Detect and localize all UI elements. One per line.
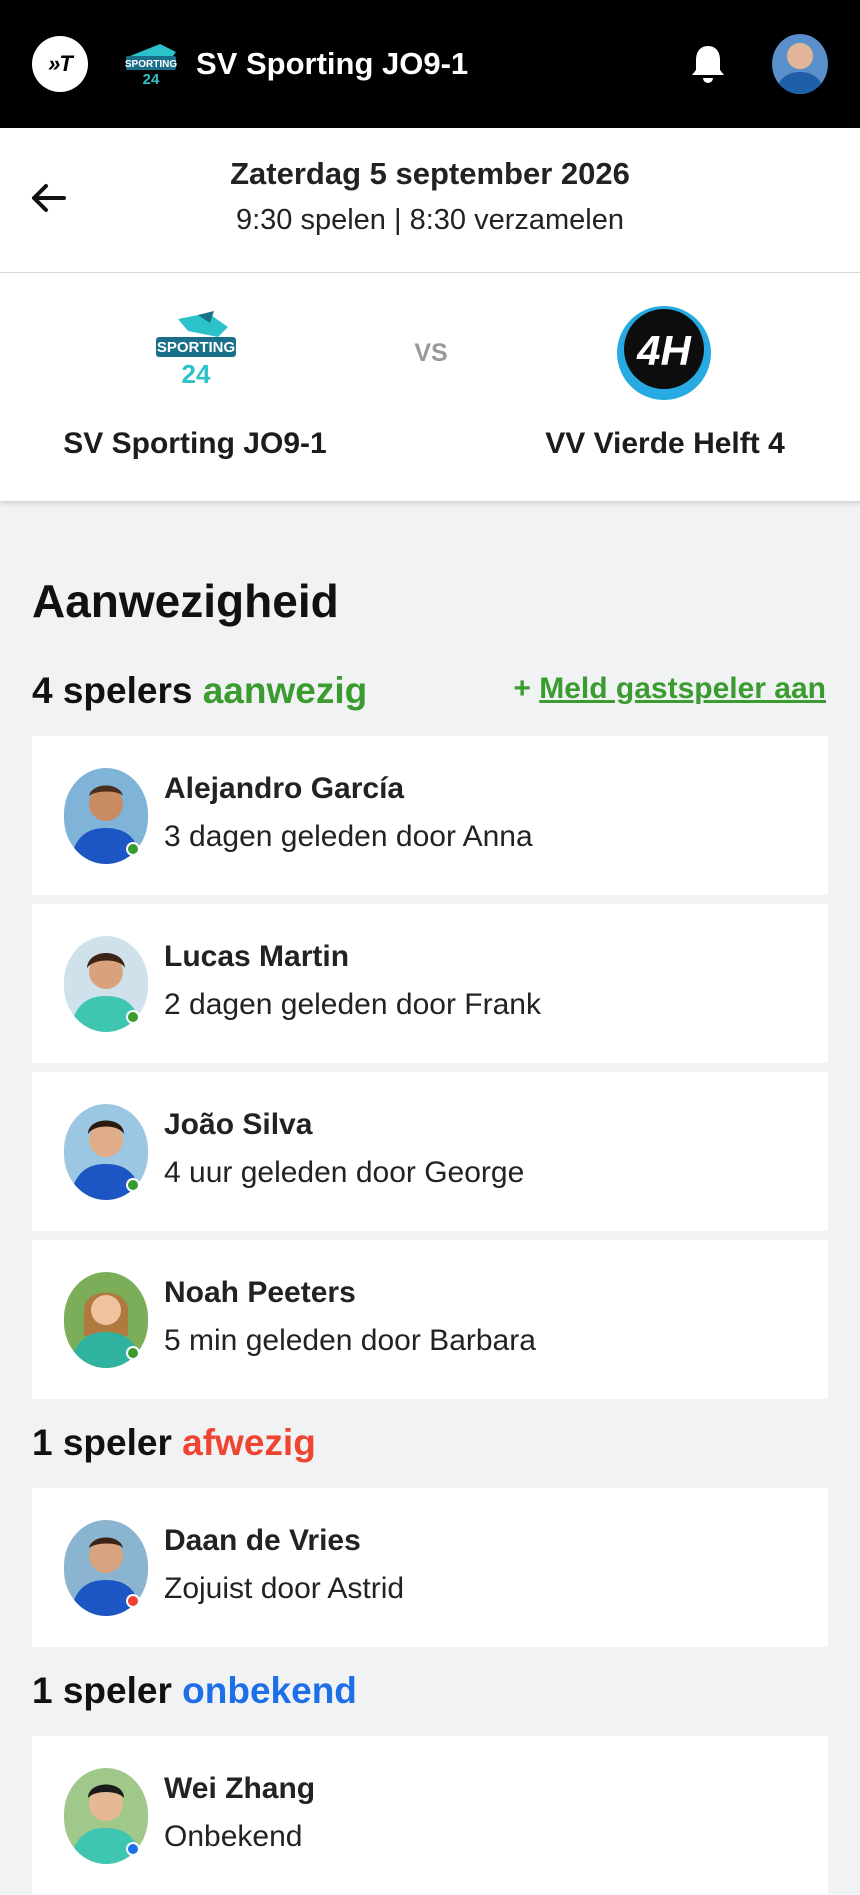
guest-link-label: Meld gastspeler aan bbox=[539, 672, 826, 705]
player-name: Wei Zhang bbox=[164, 1772, 316, 1805]
status-dot-present bbox=[126, 1178, 140, 1192]
svg-text:24: 24 bbox=[182, 359, 211, 389]
match-date-bar: Zaterdag 5 september 2026 9:30 spelen | … bbox=[0, 128, 860, 273]
team-title[interactable]: SV Sporting JO9-1 bbox=[196, 46, 468, 82]
user-avatar[interactable] bbox=[772, 34, 828, 94]
player-card[interactable]: Alejandro García 3 dagen geleden door An… bbox=[32, 736, 828, 895]
app-logo-text: »T bbox=[48, 51, 73, 76]
player-card[interactable]: João Silva 4 uur geleden door George bbox=[32, 1072, 828, 1231]
absent-status: afwezig bbox=[182, 1422, 316, 1463]
matchup-panel: SPORTING 24 VS 4H SV Sporting JO9-1 VV V… bbox=[0, 273, 860, 501]
status-dot-absent bbox=[126, 1594, 140, 1608]
match-date: Zaterdag 5 september 2026 bbox=[230, 156, 630, 191]
svg-text:24: 24 bbox=[143, 71, 160, 88]
status-dot-unknown bbox=[126, 1842, 140, 1856]
absent-count: 1 speler bbox=[32, 1422, 172, 1463]
away-team-name: VV Vierde Helft 4 bbox=[545, 427, 785, 460]
team-crest-icon: SPORTING 24 bbox=[125, 44, 177, 88]
guest-link-plus: + bbox=[513, 672, 531, 705]
present-group-heading: 4 spelers aanwezig bbox=[32, 670, 367, 712]
attendance-title: Aanwezigheid bbox=[32, 575, 339, 627]
home-team-logo-icon: SPORTING 24 bbox=[156, 311, 236, 389]
player-response-meta: 2 dagen geleden door Frank bbox=[164, 988, 541, 1021]
match-time: 9:30 spelen | 8:30 verzamelen bbox=[235, 204, 624, 236]
top-app-bar: »T SPORTING 24 SV Sporting JO9-1 bbox=[0, 0, 860, 128]
unknown-group-heading: 1 speler onbekend bbox=[32, 1670, 357, 1712]
player-name: Daan de Vries bbox=[164, 1524, 361, 1557]
away-logo-text: 4H bbox=[636, 327, 692, 374]
home-team-name: SV Sporting JO9-1 bbox=[63, 427, 327, 460]
versus-label: VS bbox=[414, 339, 448, 367]
unknown-status: onbekend bbox=[182, 1670, 357, 1711]
player-name: Alejandro García bbox=[164, 772, 405, 805]
svg-text:SPORTING: SPORTING bbox=[157, 339, 235, 356]
player-response-meta: 4 uur geleden door George bbox=[164, 1156, 525, 1189]
player-response-meta: Zojuist door Astrid bbox=[164, 1572, 405, 1605]
away-team-logo-icon: 4H bbox=[617, 306, 711, 400]
player-card[interactable]: Lucas Martin 2 dagen geleden door Frank bbox=[32, 904, 828, 1063]
unknown-count: 1 speler bbox=[32, 1670, 172, 1711]
player-card[interactable]: Daan de Vries Zojuist door Astrid bbox=[32, 1488, 828, 1647]
player-response-meta: 3 dagen geleden door Anna bbox=[164, 820, 533, 853]
present-count: 4 spelers bbox=[32, 670, 193, 711]
player-card[interactable]: Noah Peeters 5 min geleden door Barbara bbox=[32, 1240, 828, 1399]
absent-group-heading: 1 speler afwezig bbox=[32, 1422, 316, 1464]
status-dot-present bbox=[126, 1010, 140, 1024]
player-name: Noah Peeters bbox=[164, 1276, 356, 1309]
status-dot-present bbox=[126, 842, 140, 856]
present-status: aanwezig bbox=[202, 670, 368, 711]
player-response-meta: 5 min geleden door Barbara bbox=[164, 1324, 536, 1357]
player-response-meta: Onbekend bbox=[164, 1820, 303, 1853]
report-guest-player-link[interactable]: + Meld gastspeler aan bbox=[513, 672, 826, 706]
svg-text:SPORTING: SPORTING bbox=[125, 59, 177, 70]
player-name: Lucas Martin bbox=[164, 940, 350, 973]
bell-icon[interactable] bbox=[688, 42, 728, 86]
app-logo[interactable]: »T bbox=[32, 36, 88, 92]
player-name: João Silva bbox=[164, 1108, 313, 1141]
status-dot-present bbox=[126, 1346, 140, 1360]
player-card[interactable]: Wei Zhang Onbekend bbox=[32, 1736, 828, 1895]
